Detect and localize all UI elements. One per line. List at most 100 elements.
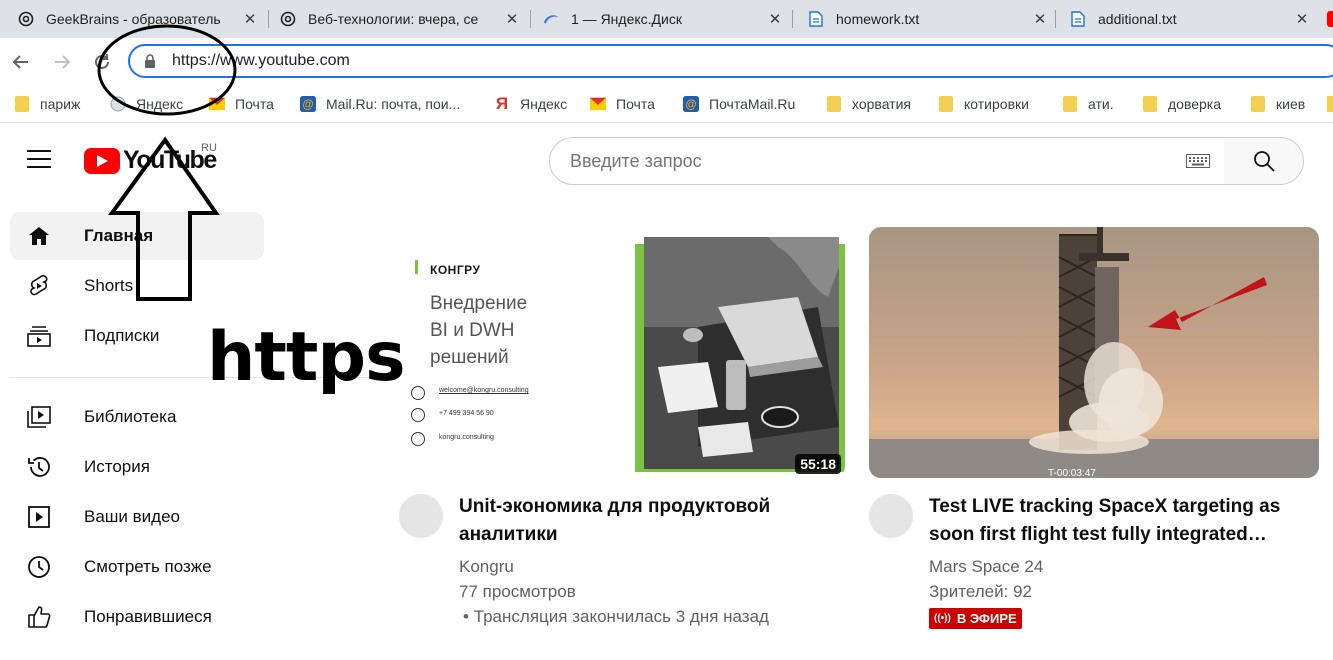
menu-icon-line [27,158,51,160]
arrow-left-icon [12,55,28,69]
tab-web-technologies[interactable]: Веб-технологии: вчера, се ✕ [262,0,530,38]
openai-like-icon [18,11,34,27]
sidebar-item-label: Подписки [84,326,160,345]
search-input[interactable]: Введите запрос [570,151,1186,172]
channel-name[interactable]: Mars Space 24 [929,554,1043,579]
viewer-count: Зрителей: 92 [929,582,1032,601]
sidebar-item-watch-later[interactable]: Смотреть позже [10,543,264,591]
tab-title: 1 — Яндекс.Диск [571,11,682,27]
close-icon[interactable]: ✕ [1294,11,1310,28]
video-thumbnail[interactable]: КОНГРУ Внедрение BI и DWH решений welcom… [398,227,845,478]
bookmark-pochta-mailru[interactable]: @ ПочтаMail.Ru [683,94,795,114]
bookmark-doverka[interactable]: доверка [1142,94,1221,114]
sidebar-item-library[interactable]: Библиотека [10,393,264,441]
youtube-logo[interactable]: YouTube [84,146,217,175]
tab-geekbrains[interactable]: GeekBrains - образователь ✕ [0,0,268,38]
close-icon[interactable]: ✕ [1032,11,1048,28]
sidebar-item-history[interactable]: История [10,443,264,491]
bookmark-mail[interactable]: Почта [209,94,274,114]
bookmark-mailru[interactable]: @ Mail.Ru: почта, пои... [300,94,460,114]
forward-button[interactable] [50,50,74,74]
stream-ended-time: • Трансляция закончилась 3 дня назад [463,607,769,626]
sidebar-item-shorts[interactable]: Shorts [10,262,264,310]
sidebar-item-home[interactable]: Главная [10,212,264,260]
live-badge-label: В ЭФИРЕ [956,611,1017,626]
bookmark-croatia[interactable]: хорватия [826,94,911,114]
search-box[interactable]: Введите запрос [549,137,1225,185]
bookmark-label: киев [1276,96,1306,112]
bookmark-ati[interactable]: ати. [1062,94,1114,114]
svg-text:@: @ [685,99,696,111]
tab-additional[interactable]: additional.txt ✕ [1052,0,1320,38]
search-button[interactable] [1224,137,1304,185]
thumb-headline: Внедрение [430,293,528,314]
folder-icon [826,96,842,112]
close-icon[interactable]: ✕ [242,11,258,28]
history-icon [26,454,52,480]
bookmark-yandex[interactable]: Яндекс [110,94,183,114]
thumb-site: kongru.consulting [439,434,494,441]
mail-icon [411,386,425,400]
bookmark-label: Mail.Ru: почта, пои... [326,96,461,112]
sidebar-item-label: Главная [84,226,154,245]
bookmark-label: ПочтаMail.Ru [709,96,796,112]
phone-icon [411,408,425,422]
menu-button[interactable] [27,150,51,170]
svg-text:@: @ [302,99,313,111]
tab-title: additional.txt [1098,11,1177,27]
play-icon [84,147,120,174]
address-bar[interactable]: https://www.youtube.com [128,44,1333,78]
countdown-text: T-00:03:47 [1048,468,1096,478]
mail-icon [209,96,225,112]
address-url[interactable]: https://www.youtube.com [172,52,350,70]
video-title[interactable]: Test LIVE tracking SpaceX targeting as s… [929,493,1329,549]
mailru-icon: @ [300,96,316,112]
video-title[interactable]: Unit-экономика для продуктовой аналитики [459,493,839,549]
browser-toolbar: https://www.youtube.com [0,38,1333,86]
bookmark-label: Яндекс [136,96,184,112]
bookmark-kiev[interactable]: киев [1250,94,1305,114]
bookmark-label: Почта [616,96,655,112]
channel-name[interactable]: Kongru [459,554,514,579]
sidebar-item-label: Библиотека [84,407,177,426]
yandex-disk-icon [543,11,559,27]
tab-title: Веб-технологии: вчера, се [308,11,479,27]
thumb-brand: КОНГРУ [430,263,481,277]
bookmark-yandex-2[interactable]: Я Яндекс [494,94,567,114]
openai-like-icon [280,11,296,27]
tab-yandex-disk[interactable]: 1 — Яндекс.Диск ✕ [525,0,793,38]
menu-icon-line [27,166,51,168]
live-broadcast-icon: ((•)) [934,613,951,624]
live-badge: ((•)) В ЭФИРЕ [929,608,1022,629]
sidebar-item-your-videos[interactable]: Ваши видео [10,493,264,541]
video-title-line: Unit-экономика для продуктовой [459,496,771,517]
arrow-right-icon [55,55,71,69]
thumb-headline: BI и DWH [430,320,515,341]
lock-icon[interactable] [144,53,158,69]
tab-overflow-red [1327,11,1333,27]
mic-icon[interactable]: ❘ [1327,150,1333,170]
video-title-line: Test LIVE tracking SpaceX targeting as [929,496,1281,517]
sidebar-item-liked[interactable]: Понравившиеся [10,593,264,641]
reload-icon [95,54,109,69]
mailru-icon: @ [683,96,699,112]
bookmark-overflow-folder[interactable] [1327,96,1333,112]
channel-avatar[interactable] [869,494,913,538]
reload-button[interactable] [90,50,114,74]
tab-title: GeekBrains - образователь [46,11,221,27]
keyboard-icon[interactable] [1186,154,1210,168]
document-icon [808,11,824,27]
sidebar-item-label: Ваши видео [84,507,181,526]
bookmark-paris[interactable]: париж [14,94,80,114]
bookmark-mail-2[interactable]: Почта [590,94,655,114]
view-count: 77 просмотров [459,582,576,601]
close-icon[interactable]: ✕ [504,11,520,28]
back-button[interactable] [9,50,33,74]
tab-homework[interactable]: homework.txt ✕ [790,0,1058,38]
close-icon[interactable]: ✕ [767,11,783,28]
watch-later-icon [26,554,52,580]
video-thumbnail[interactable]: T-00:03:47 [869,227,1319,478]
menu-icon [27,150,51,152]
bookmark-quotes[interactable]: котировки [938,94,1029,114]
channel-avatar[interactable] [399,494,443,538]
